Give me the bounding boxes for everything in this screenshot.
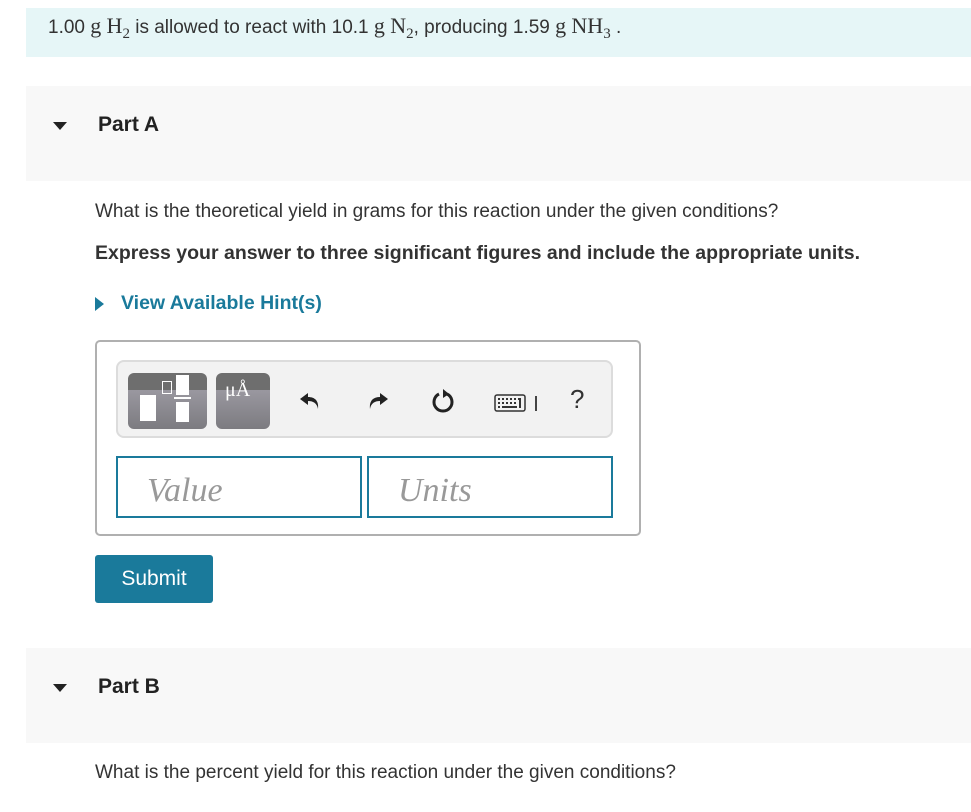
n2-subscript: 2 bbox=[406, 26, 414, 42]
mass-nh3: 1.59 bbox=[512, 17, 550, 38]
templates-button[interactable] bbox=[128, 373, 207, 429]
text-segment: , producing bbox=[413, 17, 513, 38]
part-b-title: Part B bbox=[98, 675, 160, 698]
part-a-instruction: Express your answer to three significant… bbox=[95, 242, 860, 264]
text-segment: is allowed to react with bbox=[129, 17, 332, 38]
part-b-question: What is the percent yield for this react… bbox=[95, 762, 676, 783]
units-button[interactable]: μÅ bbox=[216, 373, 270, 429]
answer-box: μÅ ? bbox=[95, 340, 641, 536]
toolbar-separator bbox=[535, 396, 537, 411]
part-a-header[interactable]: Part A bbox=[26, 86, 971, 181]
collapse-caret-icon[interactable] bbox=[53, 684, 67, 692]
text-segment: . bbox=[610, 17, 622, 38]
value-input[interactable] bbox=[116, 456, 362, 518]
template-base-box bbox=[140, 395, 156, 421]
formula-h2: H2 bbox=[106, 13, 130, 42]
problem-statement: 1.00 g H2 is allowed to react with 10.1 … bbox=[26, 8, 971, 57]
formula-n2: N2 bbox=[390, 13, 413, 42]
reset-icon[interactable] bbox=[430, 388, 456, 414]
part-a-title: Part A bbox=[98, 113, 160, 136]
mass-n2: 10.1 bbox=[331, 17, 369, 38]
template-denominator-box bbox=[176, 402, 189, 422]
view-hints-toggle[interactable]: View Available Hint(s) bbox=[95, 292, 322, 315]
problem-text: 1.00 g H2 is allowed to react with 10.1 … bbox=[48, 13, 622, 42]
n2-symbol: N bbox=[390, 13, 407, 38]
template-exponent-box bbox=[162, 381, 172, 394]
unit-g: g bbox=[90, 13, 102, 38]
part-b-header[interactable]: Part B bbox=[26, 648, 971, 743]
answer-toolbar: μÅ ? bbox=[116, 360, 613, 438]
expand-caret-icon bbox=[95, 296, 104, 311]
mass-h2: 1.00 bbox=[48, 17, 85, 38]
redo-icon[interactable] bbox=[364, 388, 390, 414]
h2-symbol: H bbox=[106, 13, 123, 38]
unit-g: g bbox=[555, 13, 567, 38]
part-a-question: What is the theoretical yield in grams f… bbox=[95, 201, 779, 222]
h2-subscript: 2 bbox=[122, 26, 130, 42]
submit-button[interactable]: Submit bbox=[95, 555, 213, 603]
unit-g: g bbox=[373, 13, 385, 38]
nh3-subscript: 3 bbox=[603, 26, 611, 42]
units-icon: μÅ bbox=[225, 379, 251, 401]
hint-label[interactable]: View Available Hint(s) bbox=[121, 292, 322, 315]
template-fraction-bar bbox=[174, 397, 191, 399]
units-input[interactable] bbox=[367, 456, 613, 518]
help-icon[interactable]: ? bbox=[570, 384, 584, 415]
keyboard-icon[interactable] bbox=[494, 392, 526, 414]
template-numerator-box bbox=[176, 375, 189, 395]
formula-nh3: NH3 bbox=[571, 13, 610, 42]
nh3-symbol: NH bbox=[571, 13, 604, 38]
undo-icon[interactable] bbox=[298, 388, 324, 414]
collapse-caret-icon[interactable] bbox=[53, 122, 67, 130]
